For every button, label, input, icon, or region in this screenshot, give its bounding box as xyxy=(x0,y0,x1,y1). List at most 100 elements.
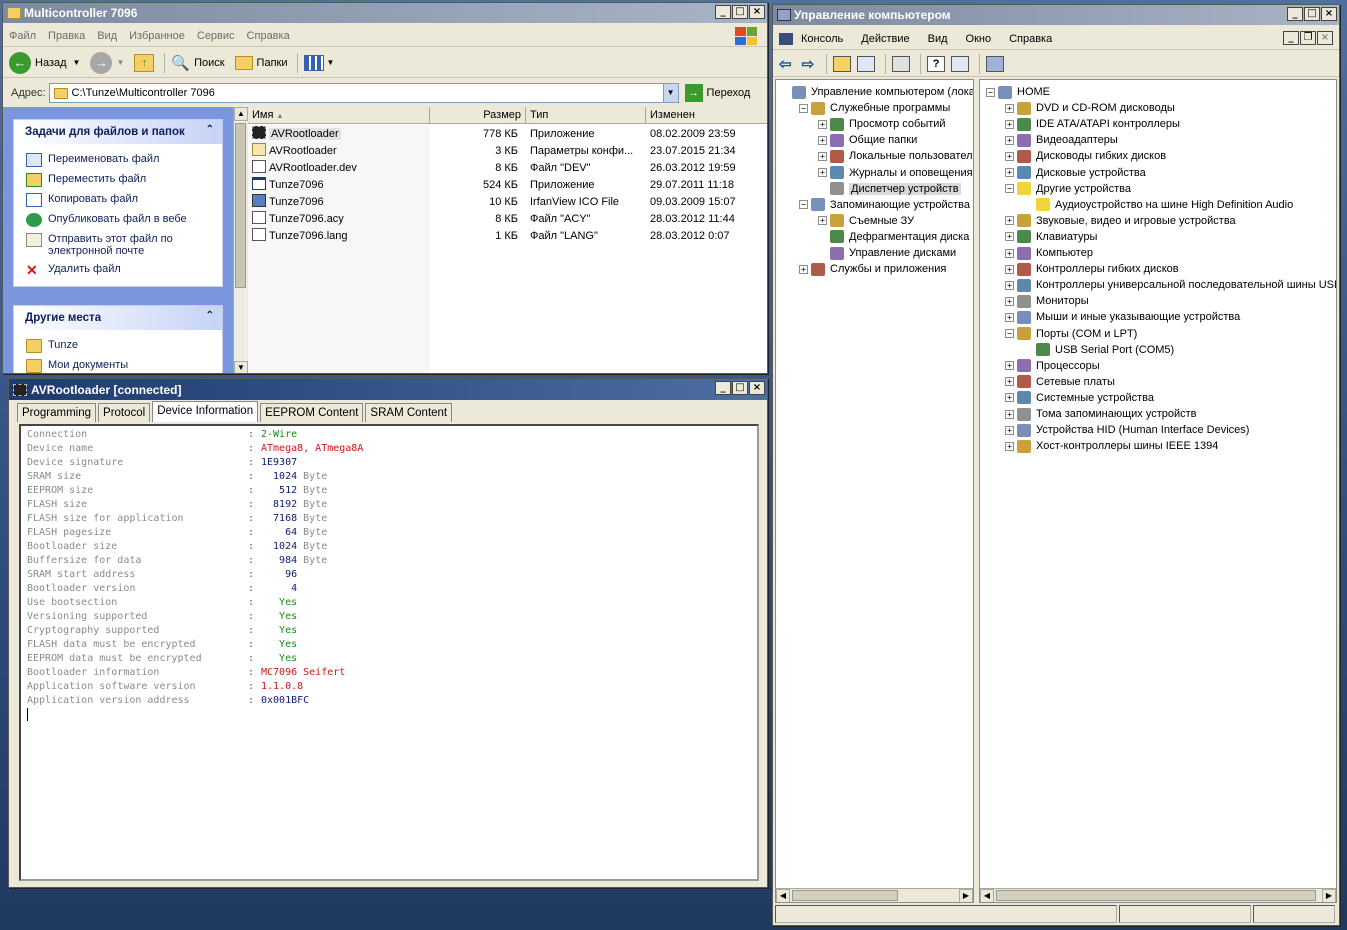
menu-action[interactable]: Действие xyxy=(861,33,909,45)
task-publish[interactable]: Опубликовать файл в вебе xyxy=(14,210,222,230)
tree-node[interactable]: + Видеоадаптеры xyxy=(1005,132,1118,148)
explorer-titlebar[interactable]: Multicontroller 7096 _ □ × xyxy=(3,3,767,23)
tree-node[interactable]: Аудиоустройство на шине High Definition … xyxy=(1024,197,1293,213)
tree-node[interactable]: + Общие папки xyxy=(818,132,917,148)
expand-icon[interactable]: + xyxy=(1005,361,1014,371)
expand-icon[interactable]: + xyxy=(1005,151,1014,161)
expand-icon[interactable]: + xyxy=(1005,441,1014,451)
menu-file[interactable]: Файл xyxy=(9,30,36,42)
expand-icon[interactable]: + xyxy=(818,119,827,129)
close-button[interactable]: × xyxy=(1321,7,1337,21)
scan-hardware-icon[interactable] xyxy=(986,55,1005,72)
dropdown-arrow-icon[interactable]: ▼ xyxy=(662,84,678,102)
file-row[interactable]: Tunze7096 10 КБ IrfanView ICO File 09.03.20… xyxy=(248,194,767,211)
file-row[interactable]: AVRootloader 3 КБ Параметры конфи... 23.07.… xyxy=(248,143,767,160)
expand-icon[interactable]: + xyxy=(1005,280,1014,290)
scroll-thumb[interactable] xyxy=(235,123,246,288)
tree-node[interactable]: − Порты (COM и LPT) xyxy=(1005,326,1137,342)
expand-icon[interactable]: + xyxy=(1005,264,1014,274)
forward-button[interactable]: → ▼ xyxy=(90,51,124,74)
place-tunze[interactable]: Tunze xyxy=(14,336,222,356)
tree-node[interactable]: + Просмотр событий xyxy=(818,116,946,132)
menu-window[interactable]: Окно xyxy=(966,33,992,45)
scroll-down-icon[interactable]: ▼ xyxy=(234,361,248,373)
expand-icon[interactable]: + xyxy=(818,151,827,161)
tree-node[interactable]: + DVD и CD-ROM дисководы xyxy=(1005,100,1175,116)
tree-node[interactable]: Управление компьютером (локаль xyxy=(780,84,973,100)
task-rename[interactable]: Переименовать файл xyxy=(14,150,222,170)
minimize-button[interactable]: _ xyxy=(715,381,731,395)
minimize-button[interactable]: _ xyxy=(1287,7,1303,21)
maximize-button[interactable]: □ xyxy=(732,5,748,19)
menu-view[interactable]: Вид xyxy=(928,33,948,45)
tree-node[interactable]: − Служебные программы xyxy=(799,100,950,116)
tree-node[interactable]: Диспетчер устройств xyxy=(818,181,961,197)
scroll-thumb[interactable] xyxy=(996,890,1316,901)
tab-eeprom-content[interactable]: EEPROM Content xyxy=(260,403,364,422)
collapse-icon[interactable]: − xyxy=(986,87,995,97)
expand-icon[interactable]: + xyxy=(1005,232,1014,242)
tree-node[interactable]: + Локальные пользователи xyxy=(818,148,973,164)
tab-protocol[interactable]: Protocol xyxy=(98,403,151,422)
tree-node[interactable]: + Съемные ЗУ xyxy=(818,213,914,229)
tree-node[interactable]: + Системные устройства xyxy=(1005,390,1154,406)
tree-node[interactable]: + Тома запоминающих устройств xyxy=(1005,406,1197,422)
tree-node[interactable]: + Мониторы xyxy=(1005,293,1089,309)
collapse-icon[interactable]: − xyxy=(799,103,808,113)
file-row[interactable]: AVRootloader 778 КБ Приложение 08.02.2009 2… xyxy=(248,126,767,143)
collapse-icon[interactable]: − xyxy=(799,200,808,210)
child-close-button[interactable]: × xyxy=(1317,31,1333,45)
task-email[interactable]: Отправить этот файл по электронной почте xyxy=(14,230,222,260)
task-copy[interactable]: Копировать файл xyxy=(14,190,222,210)
other-places-header[interactable]: Другие места ⌃ xyxy=(14,306,222,330)
place-my-documents[interactable]: Мои документы xyxy=(14,356,222,373)
mmc-titlebar[interactable]: Управление компьютером _ □ × xyxy=(773,5,1339,25)
expand-icon[interactable]: + xyxy=(1005,135,1014,145)
up-level-icon[interactable] xyxy=(833,55,852,72)
tree-node[interactable]: + Дисководы гибких дисков xyxy=(1005,148,1166,164)
tree-node[interactable]: + Звуковые, видео и игровые устройства xyxy=(1005,213,1236,229)
back-button[interactable]: ← Назад ▼ xyxy=(9,51,80,74)
properties-icon[interactable] xyxy=(951,55,970,72)
go-button[interactable]: → Переход xyxy=(684,84,750,102)
expand-icon[interactable]: + xyxy=(1005,312,1014,322)
menu-edit[interactable]: Правка xyxy=(48,30,85,42)
scroll-right-icon[interactable]: ▶ xyxy=(959,889,973,902)
tree-node[interactable]: + Хост-контроллеры шины IEEE 1394 xyxy=(1005,438,1218,454)
column-name[interactable]: Имя ▲ xyxy=(248,107,430,123)
left-pane-hscroll[interactable]: ◀ ▶ xyxy=(776,888,973,902)
maximize-button[interactable]: □ xyxy=(1304,7,1320,21)
expand-icon[interactable]: + xyxy=(1005,168,1014,177)
menu-tools[interactable]: Сервис xyxy=(197,30,235,42)
tree-node[interactable]: + Журналы и оповещения пр xyxy=(818,165,973,181)
expand-icon[interactable]: + xyxy=(818,135,827,145)
print-icon[interactable] xyxy=(892,55,911,72)
minimize-button[interactable]: _ xyxy=(715,5,731,19)
back-arrow-icon[interactable]: ⇦ xyxy=(779,55,792,73)
file-row[interactable]: Tunze7096 524 КБ Приложение 29.07.2011 11:1… xyxy=(248,177,767,194)
avrootloader-titlebar[interactable]: AVRootloader [connected] _ □ × xyxy=(9,379,767,400)
expand-icon[interactable]: + xyxy=(1005,119,1014,129)
expand-icon[interactable]: + xyxy=(1005,103,1014,113)
right-pane-hscroll[interactable]: ◀ ▶ xyxy=(980,888,1336,902)
expand-icon[interactable]: + xyxy=(818,216,827,226)
close-button[interactable]: × xyxy=(749,381,765,395)
device-info-console[interactable]: Connection:2-Wire Device name: ATmega8, AT… xyxy=(19,424,759,881)
forward-arrow-icon[interactable]: ⇨ xyxy=(802,55,815,73)
file-row[interactable]: AVRootloader.dev 8 КБ Файл "DEV" 26.03.2012… xyxy=(248,160,767,177)
scroll-right-icon[interactable]: ▶ xyxy=(1322,889,1336,902)
task-pane-scrollbar[interactable]: ▲ ▼ xyxy=(233,107,248,373)
tree-node[interactable]: − HOME xyxy=(986,84,1050,100)
column-type[interactable]: Тип xyxy=(526,107,646,123)
column-size[interactable]: Размер xyxy=(430,107,526,123)
column-modified[interactable]: Изменен xyxy=(646,107,767,123)
menu-help[interactable]: Справка xyxy=(247,30,290,42)
search-button[interactable]: 🔍 Поиск xyxy=(171,54,224,72)
folders-button[interactable]: Папки xyxy=(234,55,287,70)
tree-node[interactable]: + Контроллеры гибких дисков xyxy=(1005,261,1179,277)
tab-sram-content[interactable]: SRAM Content xyxy=(365,403,453,422)
scroll-up-icon[interactable]: ▲ xyxy=(234,107,248,121)
child-minimize-button[interactable]: _ xyxy=(1283,31,1299,45)
tab-device-information[interactable]: Device Information xyxy=(152,401,259,422)
expand-icon[interactable]: + xyxy=(799,264,808,274)
